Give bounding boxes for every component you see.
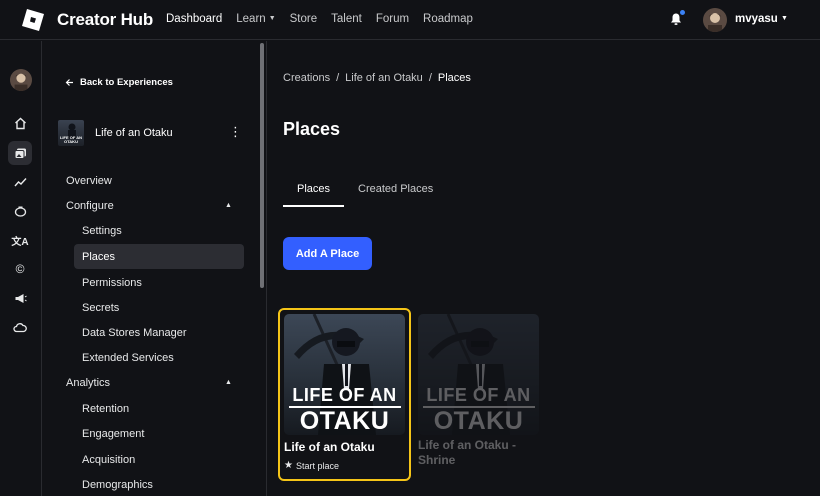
back-to-experiences-link[interactable]: Back to Experiences	[65, 77, 173, 88]
thumb-caption-line-1: LIFE OF AN	[426, 385, 531, 405]
creations-icon[interactable]	[8, 141, 32, 165]
chevron-up-icon[interactable]: ▲	[225, 202, 232, 209]
place-name[interactable]: Life of an Otaku - Shrine	[418, 438, 543, 468]
breadcrumb: Creations / Life of an Otaku / Places	[283, 72, 471, 84]
sidebar-item-acquisition[interactable]: Acquisition	[82, 454, 135, 466]
home-icon[interactable]	[11, 114, 29, 132]
experience-sidebar: Back to Experiences LIFE OF AN OTAKU Life…	[43, 41, 267, 496]
breadcrumb-separator: /	[336, 72, 340, 84]
sidebar-item-retention[interactable]: Retention	[82, 403, 129, 415]
sidebar-item-settings[interactable]: Settings	[82, 225, 122, 237]
tab-created-places[interactable]: Created Places	[344, 183, 447, 207]
star-icon: ★	[284, 460, 293, 471]
sidebar-item-permissions[interactable]: Permissions	[82, 277, 142, 289]
sidebar-item-extended-services[interactable]: Extended Services	[82, 352, 174, 364]
experience-title: Life of an Otaku	[95, 127, 173, 139]
arrow-left-icon	[65, 79, 73, 86]
start-place-label: Start place	[295, 460, 339, 471]
breadcrumb-experience[interactable]: Life of an Otaku	[345, 72, 423, 84]
more-options-icon[interactable]: ⋮	[229, 125, 242, 138]
copyright-icon[interactable]: ©	[11, 260, 29, 278]
thumbnail-caption: LIFE OF AN OTAKU	[418, 386, 539, 434]
tab-places[interactable]: Places	[283, 183, 345, 207]
nav-forum[interactable]: Forum	[376, 13, 409, 25]
left-rail: 文A ©	[0, 41, 42, 496]
place-name[interactable]: Life of an Otaku	[284, 440, 409, 455]
nav-learn[interactable]: Learn ▼	[236, 13, 275, 25]
sidebar-item-places[interactable]: Places	[82, 251, 115, 263]
translate-icon[interactable]: 文A	[11, 231, 29, 249]
add-place-button[interactable]: Add A Place	[283, 237, 372, 270]
sidebar-item-engagement[interactable]: Engagement	[82, 428, 144, 440]
sidebar-item-demographics[interactable]: Demographics	[82, 479, 153, 491]
brand-title[interactable]: Creator Hub	[57, 10, 153, 30]
monetization-icon[interactable]	[11, 202, 29, 220]
nav-store[interactable]: Store	[290, 13, 318, 25]
analytics-icon[interactable]	[11, 173, 29, 191]
nav-roadmap[interactable]: Roadmap	[423, 13, 473, 25]
nav-dashboard[interactable]: Dashboard	[166, 13, 222, 25]
thumb-caption-line-2: OTAKU	[299, 407, 390, 435]
thumb-caption-line-1: LIFE OF AN	[292, 385, 397, 405]
announce-icon[interactable]	[11, 289, 29, 307]
breadcrumb-separator: /	[428, 72, 432, 84]
thumbnail-caption: LIFE OF AN OTAKU	[284, 386, 405, 434]
main-content: Creations / Life of an Otaku / Places Places…	[268, 41, 820, 496]
thumb-line-2: OTAKU	[64, 139, 78, 144]
roblox-logo-icon[interactable]	[22, 9, 44, 31]
avatar[interactable]	[10, 69, 32, 91]
experience-thumbnail-text: LIFE OF AN OTAKU	[58, 136, 84, 144]
experience-thumbnail: LIFE OF AN OTAKU	[58, 120, 84, 146]
sidebar-item-overview[interactable]: Overview	[66, 175, 112, 187]
chevron-up-icon[interactable]: ▲	[225, 379, 232, 386]
place-card[interactable]: LIFE OF AN OTAKU Life of an Otaku ★ Star…	[278, 308, 411, 481]
nav-learn-label: Learn	[236, 13, 266, 25]
notification-dot	[680, 10, 685, 15]
chevron-down-icon: ▼	[268, 15, 276, 22]
breadcrumb-creations[interactable]: Creations	[283, 72, 330, 84]
sidebar-section-analytics[interactable]: Analytics	[66, 377, 110, 389]
place-card[interactable]: LIFE OF AN OTAKU Life of an Otaku - Shri…	[412, 308, 545, 481]
username[interactable]: mvyasu	[735, 13, 778, 25]
top-nav: Dashboard Learn ▼ Store Talent Forum Road…	[166, 13, 487, 25]
nav-talent[interactable]: Talent	[331, 13, 362, 25]
top-bar: Creator Hub Dashboard Learn ▼ Store Talen…	[0, 0, 820, 40]
places-tabs: Places Created Places	[283, 183, 447, 207]
avatar[interactable]	[703, 8, 727, 32]
sidebar-scrollbar[interactable]	[260, 43, 264, 288]
start-place-badge: ★ Start place	[284, 460, 339, 471]
chevron-down-icon[interactable]: ▼	[781, 15, 788, 22]
thumb-caption-line-2: OTAKU	[433, 407, 524, 435]
sidebar-section-configure[interactable]: Configure	[66, 200, 114, 212]
cloud-icon[interactable]	[11, 318, 29, 336]
sidebar-item-secrets[interactable]: Secrets	[82, 302, 119, 314]
back-label: Back to Experiences	[80, 77, 173, 88]
place-thumbnail: LIFE OF AN OTAKU	[284, 314, 405, 435]
page-title: Places	[283, 119, 341, 139]
breadcrumb-current: Places	[437, 72, 471, 84]
sidebar-item-data-stores-manager[interactable]: Data Stores Manager	[82, 327, 187, 339]
place-thumbnail: LIFE OF AN OTAKU	[418, 314, 539, 435]
